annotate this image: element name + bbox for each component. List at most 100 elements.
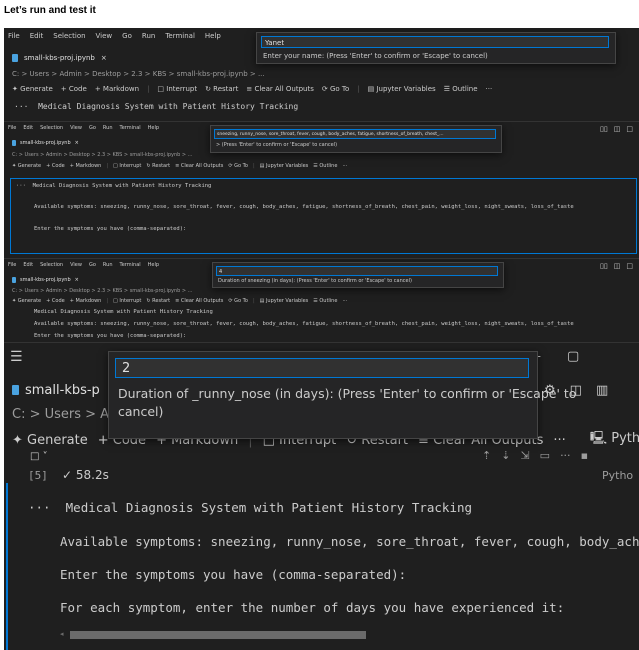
menu-file[interactable]: File — [8, 262, 16, 268]
menu-terminal[interactable]: Terminal — [120, 262, 141, 268]
scroll-left-icon[interactable]: ◂ — [60, 630, 64, 638]
panel-icon[interactable]: □ — [626, 125, 633, 133]
cell-more-icon[interactable]: ··· — [560, 449, 571, 462]
hamburger-menu-icon[interactable]: ☰ — [10, 349, 23, 365]
quick-input-widget: sneezing, runny_nose, sore_throat, fever… — [210, 125, 502, 153]
menu-go[interactable]: Go — [89, 125, 96, 131]
quick-input-field[interactable]: 2 — [115, 358, 529, 378]
outline-button[interactable]: ☰ Outline — [313, 163, 337, 169]
menu-terminal[interactable]: Terminal — [165, 32, 195, 40]
split-icon[interactable]: ◫ — [614, 125, 621, 133]
menu-selection[interactable]: Selection — [40, 262, 63, 268]
breadcrumb-path[interactable]: C: > Users > Admin > Desktop > 2.3 > KBS… — [12, 152, 130, 158]
menu-run[interactable]: Run — [142, 32, 155, 40]
run-cell-icon[interactable]: ⇲ — [520, 449, 529, 462]
add-code-button[interactable]: + Code — [61, 85, 87, 93]
goto-button[interactable]: ⟳ Go To — [228, 298, 248, 304]
cell-collapse-icon[interactable]: □ ˅ — [30, 451, 48, 462]
close-icon[interactable]: × — [101, 54, 107, 62]
menu-help[interactable]: Help — [148, 262, 159, 268]
outline-button[interactable]: ☰ Outline — [444, 85, 478, 93]
menu-run[interactable]: Run — [103, 262, 113, 268]
menu-file[interactable]: File — [8, 125, 16, 131]
clear-outputs-button[interactable]: ≡ Clear All Outputs — [175, 163, 223, 169]
breadcrumb-tail: > ... — [247, 70, 265, 78]
menu-help[interactable]: Help — [205, 32, 221, 40]
restart-button[interactable]: ↻ Restart — [146, 298, 170, 304]
delete-cell-icon[interactable]: ▪ — [581, 449, 588, 462]
interrupt-button[interactable]: □ Interrupt — [157, 85, 197, 93]
cell-toolbar: ⇡ ⇣ ⇲ ▭ ··· ▪ — [482, 449, 588, 462]
jupyter-variables-button[interactable]: ▤ Jupyter Variables — [260, 298, 309, 304]
restart-button[interactable]: ↻ Restart — [146, 163, 170, 169]
interrupt-button[interactable]: □ Interrupt — [113, 298, 141, 304]
more-icon[interactable]: ··· — [553, 433, 565, 448]
horizontal-scrollbar[interactable] — [70, 631, 366, 639]
goto-button[interactable]: ⟳ Go To — [322, 85, 349, 93]
breadcrumb-file[interactable]: small-kbs-proj.ipynb — [130, 152, 181, 158]
screenshot-panel-1: File Edit Selection View Go Run Terminal… — [4, 28, 639, 121]
more-icon[interactable]: ··· — [342, 298, 347, 304]
add-code-button[interactable]: + Code — [46, 163, 65, 169]
goto-button[interactable]: ⟳ Go To — [228, 163, 248, 169]
add-markdown-button[interactable]: + Markdown — [70, 298, 102, 304]
panel-icon[interactable]: □ — [626, 262, 633, 270]
breadcrumb-file[interactable]: small-kbs-proj.ipynb — [177, 70, 248, 78]
run-above-icon[interactable]: ⇡ — [482, 449, 491, 462]
add-markdown-button[interactable]: + Markdown — [70, 163, 102, 169]
quick-input-field[interactable]: sneezing, runny_nose, sore_throat, fever… — [214, 129, 496, 139]
generate-button[interactable]: ✦ Generate — [12, 433, 88, 448]
more-icon[interactable]: ··· — [486, 85, 493, 93]
menu-go[interactable]: Go — [122, 32, 132, 40]
restart-button[interactable]: ↻ Restart — [205, 85, 238, 93]
add-markdown-button[interactable]: + Markdown — [95, 85, 139, 93]
breadcrumb-path[interactable]: C: > Users > Admin > Desktop > 2.3 > KBS… — [12, 288, 130, 294]
layout-icon[interactable]: ▯▯ — [600, 125, 608, 133]
breadcrumb-file[interactable]: small-kbs-proj.ipynb — [130, 288, 181, 294]
output-line: Enter the symptoms you have (comma-separ… — [34, 333, 187, 339]
menu-run[interactable]: Run — [103, 125, 113, 131]
jupyter-variables-button[interactable]: ▤ Jupyter Variables — [368, 85, 436, 93]
generate-button[interactable]: ✦ Generate — [12, 163, 41, 169]
maximize-icon[interactable]: ▢ — [567, 349, 579, 364]
close-icon[interactable]: × — [75, 140, 79, 146]
menu-selection[interactable]: Selection — [40, 125, 63, 131]
outline-button[interactable]: ☰ Outline — [313, 298, 337, 304]
interrupt-button[interactable]: □ Interrupt — [113, 163, 141, 169]
menu-view[interactable]: View — [96, 32, 113, 40]
layout-icon[interactable]: ▯▯ — [600, 262, 608, 270]
notebook-toolbar: ✦ Generate + Code + Markdown | □ Interru… — [12, 298, 348, 304]
menu-edit[interactable]: Edit — [30, 32, 44, 40]
jupyter-variables-button[interactable]: ▤ Jupyter Variables — [260, 163, 309, 169]
close-icon[interactable]: × — [75, 277, 79, 283]
cell-focus-bar — [6, 483, 8, 650]
run-below-icon[interactable]: ⇣ — [501, 449, 510, 462]
execution-count: [5] — [28, 469, 48, 482]
generate-button[interactable]: ✦ Generate — [12, 85, 53, 93]
menu-view[interactable]: View — [70, 125, 82, 131]
output-line: Medical Diagnosis System with Patient Hi… — [34, 309, 213, 315]
breadcrumb-path[interactable]: C: > Users > Admin > Desktop > 2.3 > KBS… — [12, 70, 177, 78]
clear-outputs-button[interactable]: ≡ Clear All Outputs — [175, 298, 223, 304]
menu-edit[interactable]: Edit — [23, 125, 33, 131]
notebook-icon — [12, 54, 18, 62]
menu-view[interactable]: View — [70, 262, 82, 268]
output-cell[interactable] — [10, 178, 637, 254]
add-code-button[interactable]: + Code — [46, 298, 65, 304]
layout-icon[interactable]: ▥ — [596, 383, 608, 398]
generate-button[interactable]: ✦ Generate — [12, 298, 41, 304]
quick-input-field[interactable]: 4 — [216, 266, 498, 276]
quick-input-field[interactable]: Yanet — [261, 36, 609, 48]
more-icon[interactable]: ··· — [342, 163, 347, 169]
menu-selection[interactable]: Selection — [53, 32, 85, 40]
menu-go[interactable]: Go — [89, 262, 96, 268]
menu-file[interactable]: File — [8, 32, 20, 40]
split-cell-icon[interactable]: ▭ — [540, 449, 550, 462]
kernel-picker[interactable]: 🖳 Python 3.1 — [590, 429, 639, 451]
split-icon[interactable]: ◫ — [614, 262, 621, 270]
menu-terminal[interactable]: Terminal — [120, 125, 141, 131]
clear-outputs-button[interactable]: ≡ Clear All Outputs — [246, 85, 314, 93]
menu-help[interactable]: Help — [148, 125, 159, 131]
menu-edit[interactable]: Edit — [23, 262, 33, 268]
section-heading: Let’s run and test it — [4, 5, 96, 16]
